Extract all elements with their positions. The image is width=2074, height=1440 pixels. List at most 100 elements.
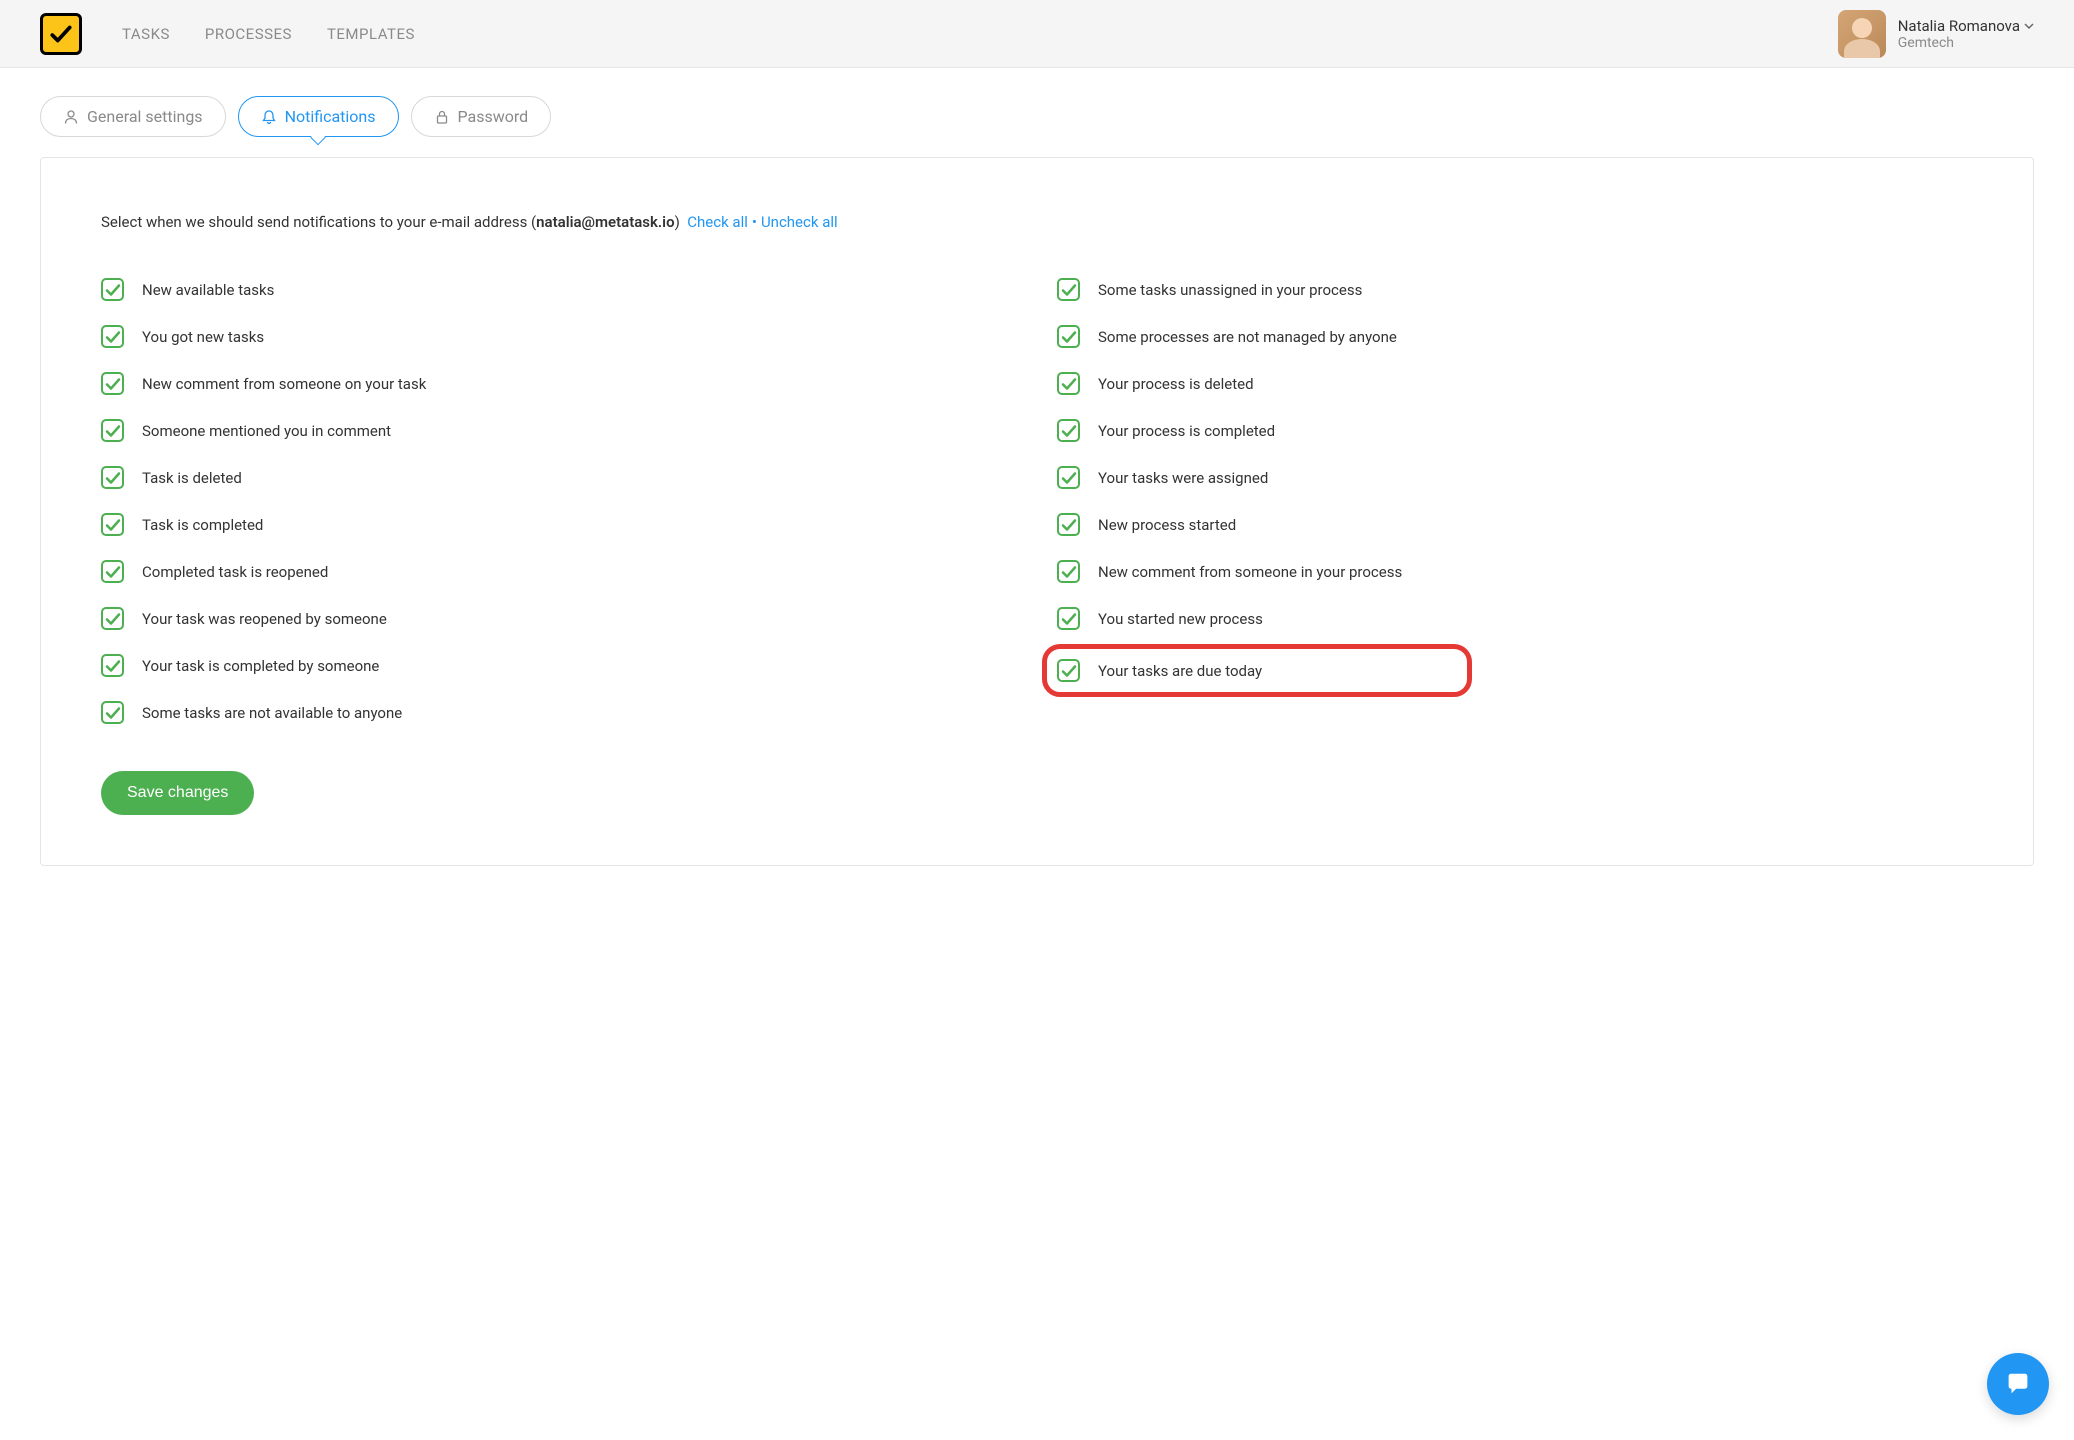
checkbox-item[interactable]: Your process is deleted <box>1057 360 1973 407</box>
checkbox-item[interactable]: Some tasks are not available to anyone <box>101 689 1017 736</box>
check-icon <box>105 376 121 392</box>
checkbox[interactable] <box>101 325 124 348</box>
checkbox[interactable] <box>101 513 124 536</box>
main-nav: TASKS PROCESSES TEMPLATES <box>122 25 415 43</box>
check-icon <box>105 470 121 486</box>
user-section[interactable]: Natalia Romanova Gemtech <box>1838 10 2034 58</box>
checkbox-label: New process started <box>1098 516 1236 534</box>
uncheck-all-link[interactable]: Uncheck all <box>761 213 838 231</box>
app-logo[interactable] <box>40 13 82 55</box>
checkbox-item[interactable]: Your task was reopened by someone <box>101 595 1017 642</box>
user-info: Natalia Romanova Gemtech <box>1898 17 2034 51</box>
tab-general-settings[interactable]: General settings <box>40 96 226 137</box>
checkbox-item[interactable]: Some processes are not managed by anyone <box>1057 313 1973 360</box>
checkbox-label: Your task was reopened by someone <box>142 610 387 628</box>
checkbox-item[interactable]: New comment from someone in your process <box>1057 548 1973 595</box>
check-icon <box>105 329 121 345</box>
checkbox-item[interactable]: You got new tasks <box>101 313 1017 360</box>
checkbox[interactable] <box>101 466 124 489</box>
chat-icon <box>2003 1369 2033 1399</box>
checkbox[interactable] <box>1057 513 1080 536</box>
checkbox-item[interactable]: Someone mentioned you in comment <box>101 407 1017 454</box>
checkbox-label: Completed task is reopened <box>142 563 328 581</box>
check-icon <box>1061 564 1077 580</box>
check-icon <box>1061 470 1077 486</box>
checkbox-item[interactable]: Your task is completed by someone <box>101 642 1017 689</box>
settings-tabs: General settings Notifications Password <box>0 68 2074 157</box>
chat-widget[interactable] <box>1987 1353 2049 1415</box>
nav-templates[interactable]: TEMPLATES <box>327 25 415 43</box>
checkbox[interactable] <box>1057 372 1080 395</box>
check-icon <box>1061 663 1077 679</box>
checkbox-col-right: Some tasks unassigned in your process Som… <box>1057 266 1973 736</box>
checkbox[interactable] <box>101 372 124 395</box>
checkbox[interactable] <box>1057 278 1080 301</box>
checkbox[interactable] <box>1057 466 1080 489</box>
checkbox[interactable] <box>101 419 124 442</box>
user-icon <box>63 109 79 125</box>
bell-icon <box>261 109 277 125</box>
checkbox-label: You got new tasks <box>142 328 264 346</box>
checkbox[interactable] <box>1057 560 1080 583</box>
checkbox-item[interactable]: New available tasks <box>101 266 1017 313</box>
checkbox-item[interactable]: Your process is completed <box>1057 407 1973 454</box>
checkbox-item[interactable]: Completed task is reopened <box>101 548 1017 595</box>
checkbox-label: Your process is deleted <box>1098 375 1254 393</box>
checkbox-item[interactable]: Task is completed <box>101 501 1017 548</box>
check-icon <box>105 423 121 439</box>
check-icon <box>1061 611 1077 627</box>
notifications-panel: Select when we should send notifications… <box>40 157 2034 866</box>
user-name: Natalia Romanova <box>1898 17 2034 35</box>
checkbox-item[interactable]: New comment from someone on your task <box>101 360 1017 407</box>
check-icon <box>105 282 121 298</box>
checkbox-item[interactable]: You started new process <box>1057 595 1973 642</box>
tab-notifications[interactable]: Notifications <box>238 96 399 137</box>
checkbox-label: Some tasks unassigned in your process <box>1098 281 1362 299</box>
checkbox-item[interactable]: Your tasks are due today <box>1042 644 1472 697</box>
nav-processes[interactable]: PROCESSES <box>205 25 292 43</box>
checkbox-label: Your process is completed <box>1098 422 1275 440</box>
checkbox-label: Your tasks are due today <box>1098 662 1262 680</box>
checkbox-item[interactable]: Your tasks were assigned <box>1057 454 1973 501</box>
checkbox-label: Your task is completed by someone <box>142 657 379 675</box>
checkbox[interactable] <box>1057 659 1080 682</box>
checkbox[interactable] <box>101 654 124 677</box>
user-org: Gemtech <box>1898 35 2034 51</box>
checkbox-label: Your tasks were assigned <box>1098 469 1268 487</box>
checkbox-label: Some processes are not managed by anyone <box>1098 328 1397 346</box>
checkbox-label: Someone mentioned you in comment <box>142 422 391 440</box>
checkbox-label: Task is completed <box>142 516 263 534</box>
avatar <box>1838 10 1886 58</box>
checkbox-col-left: New available tasks You got new tasks New … <box>101 266 1017 736</box>
tab-password[interactable]: Password <box>411 96 552 137</box>
checkbox-label: New comment from someone in your process <box>1098 563 1402 581</box>
nav-tasks[interactable]: TASKS <box>122 25 170 43</box>
checkbox[interactable] <box>1057 607 1080 630</box>
tab-label: Password <box>458 107 529 126</box>
checkbox[interactable] <box>101 560 124 583</box>
checkbox[interactable] <box>1057 419 1080 442</box>
checkbox[interactable] <box>101 607 124 630</box>
checkbox-item[interactable]: New process started <box>1057 501 1973 548</box>
checkbox[interactable] <box>101 701 124 724</box>
check-icon <box>1061 282 1077 298</box>
check-icon <box>105 564 121 580</box>
check-icon <box>1061 376 1077 392</box>
checkbox-item[interactable]: Task is deleted <box>101 454 1017 501</box>
check-all-link[interactable]: Check all <box>687 213 748 231</box>
checkbox-label: New comment from someone on your task <box>142 375 426 393</box>
lock-icon <box>434 109 450 125</box>
app-header: TASKS PROCESSES TEMPLATES Natalia Romano… <box>0 0 2074 68</box>
tab-label: Notifications <box>285 107 376 126</box>
tab-label: General settings <box>87 107 203 126</box>
checkbox[interactable] <box>1057 325 1080 348</box>
check-icon <box>105 705 121 721</box>
checkbox-label: Some tasks are not available to anyone <box>142 704 402 722</box>
checkbox-grid: New available tasks You got new tasks New … <box>101 266 1973 736</box>
checkbox[interactable] <box>101 278 124 301</box>
check-icon <box>105 658 121 674</box>
checkbox-item[interactable]: Some tasks unassigned in your process <box>1057 266 1973 313</box>
separator: • <box>752 213 757 231</box>
save-changes-button[interactable]: Save changes <box>101 771 254 815</box>
checkbox-label: New available tasks <box>142 281 274 299</box>
